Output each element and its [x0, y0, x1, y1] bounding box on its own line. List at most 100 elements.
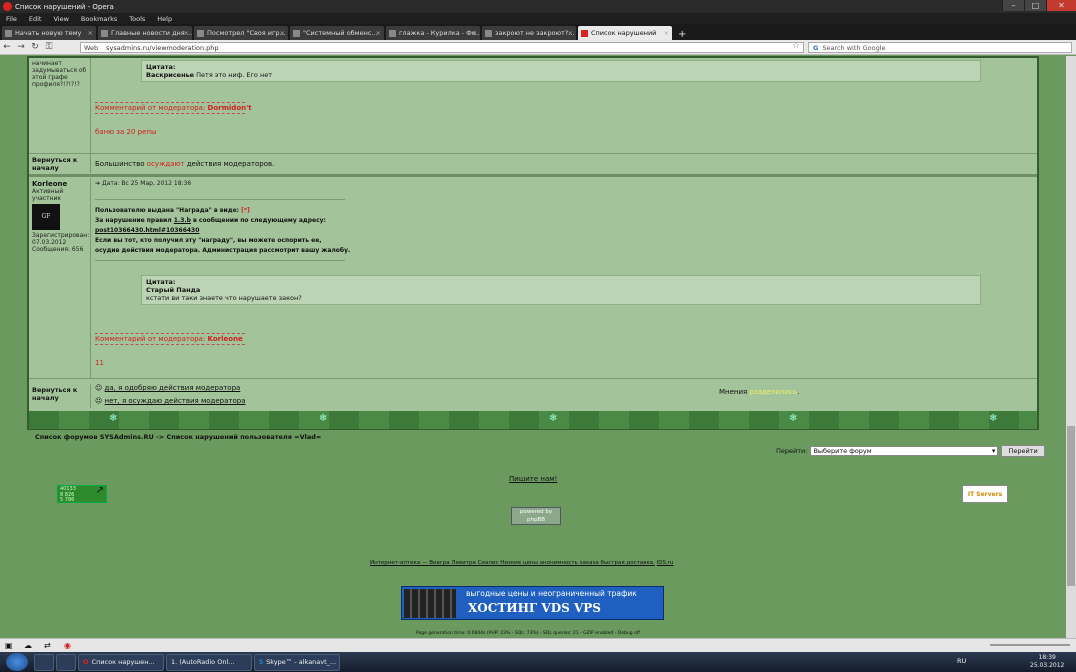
opinion-summary: Мнения разделились. [719, 388, 799, 396]
mod-name: Korleone [207, 335, 243, 343]
tab-close-icon[interactable]: × [280, 29, 285, 37]
mod-comment-label: Комментарий от модератора: [95, 104, 206, 112]
jump-box: Перейти: Выберите форум Перейти [776, 445, 1045, 457]
tab-close-icon[interactable]: × [376, 29, 381, 37]
award-line: Пользователю выдана "Награда" в виде: [95, 207, 240, 214]
it-servers-badge[interactable]: IT Servers [962, 485, 1008, 503]
status-bar: ▣ ☁ ⇄ ◉ [0, 638, 1076, 652]
menu-edit[interactable]: Edit [23, 15, 48, 23]
maximize-button[interactable]: □ [1024, 0, 1046, 11]
breadcrumb[interactable]: Список форумов SYSAdmins.RU -> Список на… [35, 433, 321, 441]
approve-link[interactable]: да, я одобряю действия модератора [105, 384, 241, 392]
counter-badge[interactable]: 40133 8 826 5 786 ↗ [57, 485, 107, 503]
address-bar[interactable]: Web sysadmins.ru/viewmoderation.php [80, 42, 804, 53]
rule-link[interactable]: 1.3.b [174, 217, 191, 224]
divider [95, 333, 245, 334]
taskbar-item-autoradio[interactable]: 1. (AutoRadio Onl... [166, 653, 252, 671]
menu-help[interactable]: Help [151, 15, 178, 23]
network-icon[interactable] [56, 653, 76, 671]
condemn-link[interactable]: нет, я осуждаю действия модератора [105, 397, 246, 405]
taskbar-item-skype[interactable]: S Skype™ - alkanavt_... [254, 653, 340, 671]
banner-main-text: ХОСТИНГ VDS VPS [468, 601, 601, 615]
banner-top-text: выгодные цены и неограниченный трафик [466, 589, 637, 598]
opera-icon [3, 2, 12, 11]
key-icon[interactable]: ⚿ [42, 42, 56, 52]
tab-label: Начать новую тему [15, 29, 82, 37]
favicon-icon [581, 29, 588, 37]
bookmark-star-icon[interactable]: ☆ [792, 41, 800, 51]
tab-close-icon[interactable]: × [472, 29, 477, 37]
scrollbar-thumb[interactable] [1067, 426, 1075, 586]
zoom-slider[interactable] [990, 644, 1070, 646]
hosting-banner[interactable]: выгодные цены и неограниченный трафик ХО… [401, 586, 664, 620]
clock-date: 25.03.2012 [1030, 662, 1065, 669]
taskbar-item-label: Skype™ - alkanavt_... [266, 658, 337, 666]
search-placeholder: Search with Google [822, 43, 886, 52]
taskbar-item-opera[interactable]: O Список нарушен... [78, 653, 164, 671]
new-tab-button[interactable]: + [674, 29, 690, 40]
ad-text-link[interactable]: Интернет-аптека — Виагра Левитра Сиалис … [370, 560, 655, 566]
post-link[interactable]: post10366430.html#10366430 [95, 227, 199, 234]
search-input[interactable]: G Search with Google [808, 42, 1072, 53]
explorer-icon[interactable] [34, 653, 54, 671]
tab-1[interactable]: Начать новую тему × [2, 26, 96, 40]
message-count: Сообщения: 656 [32, 246, 84, 253]
tab-close-icon[interactable]: × [568, 29, 573, 37]
tab-close-icon[interactable]: × [664, 29, 669, 37]
post2-body: ➔ Дата: Вс 25 Мар, 2012 18:36 Пользовате… [91, 178, 1037, 378]
back-to-top-link[interactable]: Вернуться к началу [29, 154, 91, 173]
snowflake-icon: ❄ [549, 413, 558, 424]
opera-unite-icon[interactable]: ◉ [64, 641, 71, 650]
back-to-top-link[interactable]: Вернуться к началу [29, 384, 91, 408]
reload-icon[interactable]: ↻ [28, 42, 42, 52]
back-icon[interactable]: ← [0, 42, 14, 52]
thumb-up-icon[interactable]: ☺ [95, 384, 102, 392]
snowflake-icon: ❄ [109, 413, 118, 424]
author-name[interactable]: Korleone [32, 180, 87, 188]
snowflake-icon: ❄ [319, 413, 328, 424]
menu-tools[interactable]: Tools [123, 15, 151, 23]
tab-3[interactable]: Посмотрел "Своя игр... × [194, 26, 288, 40]
start-button[interactable] [6, 653, 28, 671]
divider [95, 113, 245, 114]
language-indicator[interactable]: RU [957, 657, 966, 665]
tab-5[interactable]: глажка - Курилка - Фо... × [386, 26, 480, 40]
cloud-icon[interactable]: ☁ [24, 641, 32, 650]
page-scrollbar[interactable] [1066, 56, 1076, 638]
arrow-icon: ↗ [95, 485, 104, 496]
author-rank: Активный участник [32, 188, 64, 202]
divider [95, 199, 345, 200]
post1-author-cell: начинает задумываться об этой графе проф… [29, 58, 91, 153]
share-icon[interactable]: ⇄ [44, 641, 51, 650]
clock[interactable]: 18:39 25.03.2012 [1030, 654, 1064, 670]
favicon-icon [485, 29, 492, 37]
tab-2[interactable]: Главные новости дня ... × [98, 26, 192, 40]
write-us-link[interactable]: Пишите нам! [509, 475, 557, 483]
forum-select[interactable]: Выберите форум [810, 446, 999, 456]
tab-close-icon[interactable]: × [184, 29, 189, 37]
mod-comment-label: Комментарий от модератора: [95, 335, 206, 343]
tab-7-active[interactable]: Список нарушений × [578, 26, 672, 40]
menu-file[interactable]: File [0, 15, 23, 23]
tab-4[interactable]: "Системный обменс... × [290, 26, 384, 40]
close-button[interactable]: ✕ [1046, 0, 1076, 11]
minimize-button[interactable]: – [1002, 0, 1024, 11]
ad-links: Интернет-аптека — Виагра Левитра Сиалис … [370, 560, 673, 566]
quote-author: Старый Панда [146, 286, 201, 294]
favicon-icon [197, 29, 204, 37]
jump-button[interactable]: Перейти [1001, 445, 1045, 457]
panel-toggle-icon[interactable]: ▣ [5, 641, 13, 650]
ids-link[interactable]: IDS.ru [657, 560, 674, 566]
taskbar: O Список нарушен... 1. (AutoRadio Onl... … [0, 652, 1076, 672]
opinion-link[interactable]: разделились [750, 388, 798, 396]
menu-bookmarks[interactable]: Bookmarks [75, 15, 123, 23]
forward-icon[interactable]: → [14, 42, 28, 52]
condemn-link[interactable]: осуждают [147, 160, 185, 168]
tab-6[interactable]: закроют не закроют?... × [482, 26, 576, 40]
powered-by-badge[interactable]: powered by phpBB [511, 507, 561, 525]
thumb-down-icon[interactable]: ☹ [95, 397, 102, 405]
quote-text: Петя это ниф. Его нет [196, 71, 272, 79]
tab-label: глажка - Курилка - Фо... [399, 29, 480, 37]
menu-view[interactable]: View [47, 15, 74, 23]
tab-close-icon[interactable]: × [88, 29, 93, 37]
